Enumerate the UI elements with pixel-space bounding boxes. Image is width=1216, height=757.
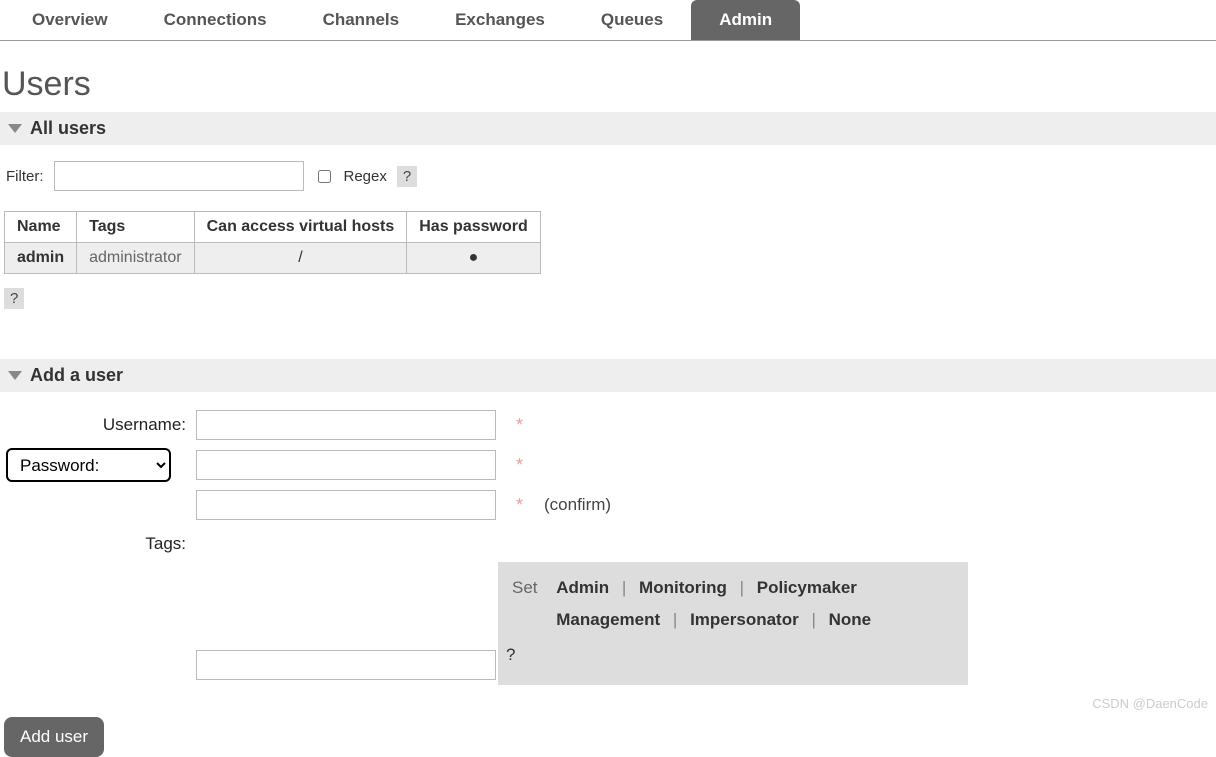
password-type-select[interactable]: Password:: [6, 448, 171, 482]
cell-tags: administrator: [77, 243, 194, 274]
page-title: Users: [2, 65, 1216, 104]
required-marker: *: [516, 455, 534, 476]
confirm-label: (confirm): [544, 495, 1210, 515]
section-title: Add a user: [30, 365, 123, 386]
tab-queues[interactable]: Queues: [573, 0, 691, 40]
tab-exchanges[interactable]: Exchanges: [427, 0, 573, 40]
col-tags[interactable]: Tags: [77, 212, 194, 243]
col-vhosts[interactable]: Can access virtual hosts: [194, 212, 407, 243]
col-password[interactable]: Has password: [407, 212, 540, 243]
section-title: All users: [30, 118, 106, 139]
section-add-user[interactable]: Add a user: [0, 359, 1216, 392]
tags-label: Tags:: [6, 528, 186, 554]
table-help-button[interactable]: ?: [4, 288, 24, 309]
tag-option-impersonator[interactable]: Impersonator: [690, 610, 799, 629]
tab-overview[interactable]: Overview: [4, 0, 136, 40]
chevron-down-icon: [8, 371, 22, 380]
add-user-form: Username: * Password: * * (confirm) Tags…: [0, 392, 1216, 703]
tag-option-admin[interactable]: Admin: [556, 578, 609, 597]
cell-password: ●: [407, 243, 540, 274]
tags-input[interactable]: [196, 650, 496, 680]
tag-help-button[interactable]: ?: [506, 639, 948, 671]
username-input[interactable]: [196, 410, 496, 440]
add-user-button[interactable]: Add user: [4, 717, 104, 757]
col-name[interactable]: Name: [5, 212, 77, 243]
tab-connections[interactable]: Connections: [136, 0, 295, 40]
tag-option-policymaker[interactable]: Policymaker: [757, 578, 857, 597]
tag-option-monitoring[interactable]: Monitoring: [639, 578, 727, 597]
filter-label: Filter:: [6, 168, 44, 185]
regex-checkbox[interactable]: [318, 170, 331, 183]
watermark: CSDN @DaenCode: [1092, 696, 1208, 711]
chevron-down-icon: [8, 124, 22, 133]
filter-help-button[interactable]: ?: [397, 166, 417, 187]
tag-set-label: Set: [512, 578, 538, 597]
section-all-users[interactable]: All users: [0, 112, 1216, 145]
tab-admin[interactable]: Admin: [691, 0, 800, 40]
filter-input[interactable]: [54, 161, 304, 191]
required-marker: *: [516, 495, 534, 516]
required-marker: *: [516, 415, 534, 436]
tag-option-management[interactable]: Management: [556, 610, 660, 629]
tag-panel: Set Admin | Monitoring | Policymaker Set…: [498, 562, 968, 685]
users-table: Name Tags Can access virtual hosts Has p…: [4, 211, 541, 274]
password-confirm-input[interactable]: [196, 490, 496, 520]
tag-option-none[interactable]: None: [829, 610, 872, 629]
username-label: Username:: [6, 415, 186, 435]
filter-row: Filter: Regex ?: [0, 145, 1216, 211]
main-tabs: Overview Connections Channels Exchanges …: [0, 0, 1216, 41]
cell-vhosts: /: [194, 243, 407, 274]
password-input[interactable]: [196, 450, 496, 480]
cell-name[interactable]: admin: [5, 243, 77, 274]
tab-channels[interactable]: Channels: [295, 0, 428, 40]
table-row[interactable]: admin administrator / ●: [5, 243, 541, 274]
regex-label: Regex: [344, 168, 387, 185]
